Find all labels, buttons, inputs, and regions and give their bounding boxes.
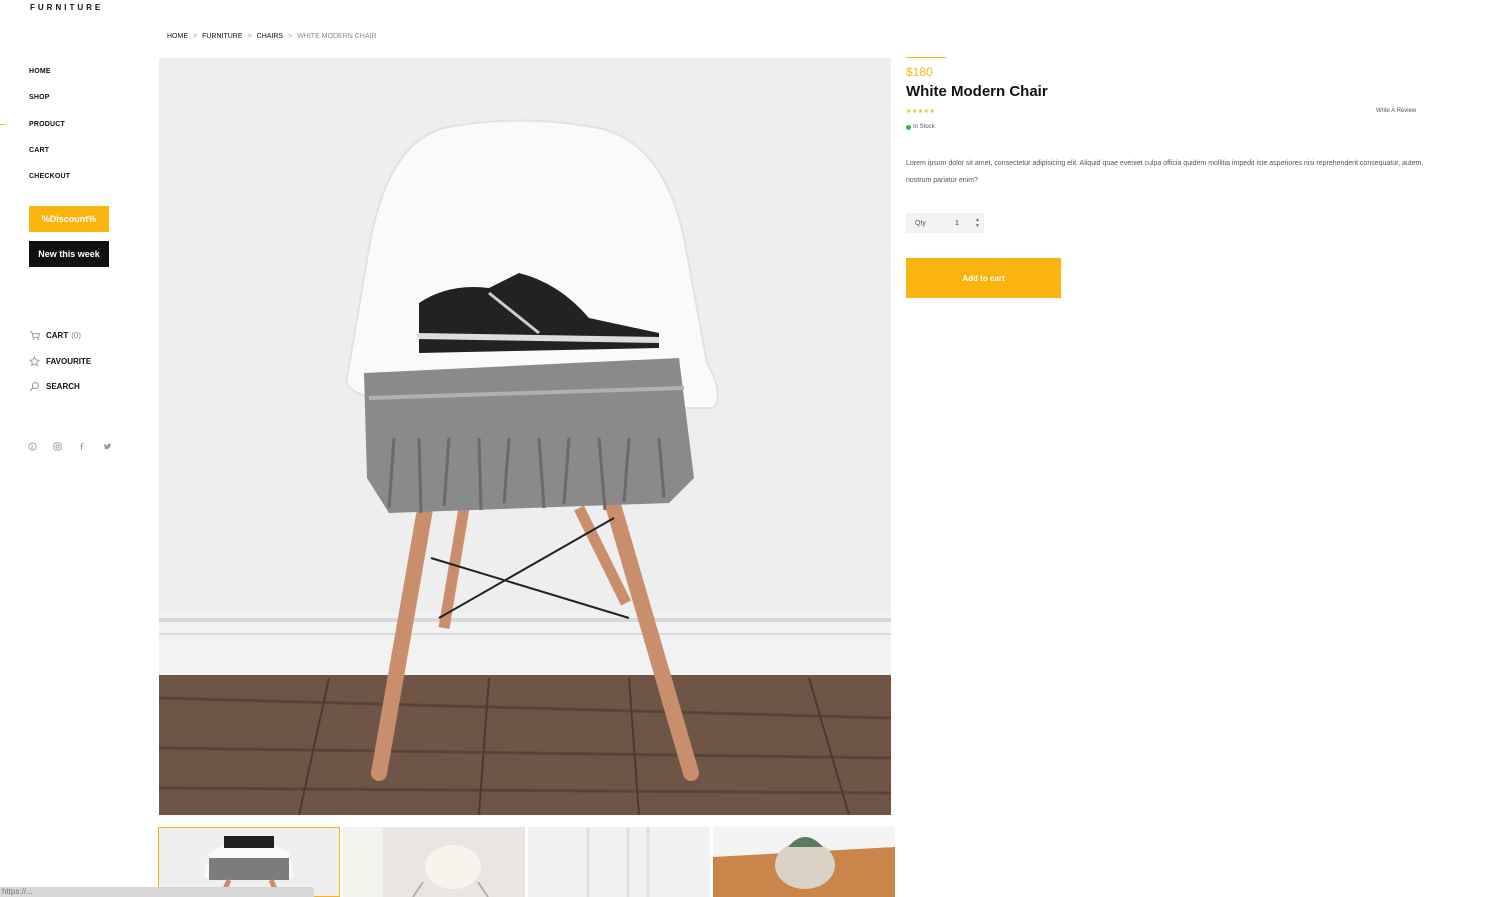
nav-item-shop[interactable]: SHOP [29,94,70,120]
instagram-icon[interactable] [53,442,78,453]
browser-status-bar: https://... [0,887,314,897]
product-description: Lorem ipsum dolor sit amet, consectetur … [906,160,1424,184]
nav-item-home[interactable]: HOME [29,68,70,94]
thumbnail-3[interactable] [528,827,710,897]
pinterest-icon[interactable] [28,442,53,453]
main-nav: HOME SHOP PRODUCT CART CHECKOUT [29,68,70,199]
nav-active-indicator [0,124,5,125]
breadcrumb-chairs[interactable]: CHAIRS [257,33,283,40]
qty-value[interactable]: 1 [955,220,975,227]
star-icon [29,355,40,367]
write-review-link[interactable]: Write A Review [1376,108,1416,114]
social-links [28,442,128,453]
cart-icon [29,331,40,341]
breadcrumb: HOME > FURNITURE > CHAIRS > WHITE MODERN… [167,33,377,40]
nav-item-cart[interactable]: CART [29,147,70,173]
search-label: SEARCH [46,382,80,392]
qty-arrows: ▲ ▼ [975,217,980,229]
add-to-cart-button[interactable]: Add to cart [906,258,1061,298]
breadcrumb-separator: > [288,33,293,40]
cart-count: (0) [71,331,81,341]
product-main-image[interactable] [159,58,891,815]
stock-label: In Stock [913,124,935,130]
site-logo[interactable]: FURNITURE [30,3,103,12]
stock-status: In Stock [906,124,935,130]
breadcrumb-home[interactable]: HOME [167,33,188,40]
search-icon [29,382,39,392]
twitter-icon[interactable] [103,442,128,453]
cart-label: CART [46,331,69,341]
chevron-down-icon[interactable]: ▼ [975,223,980,229]
nav-item-checkout[interactable]: CHECKOUT [29,173,70,199]
product-price: $180 [906,65,933,79]
thumbnail-4[interactable] [713,827,895,897]
breadcrumb-current: WHITE MODERN CHAIR [297,33,377,40]
quantity-stepper[interactable]: Qty 1 ▲ ▼ [906,213,984,233]
qty-label: Qty [915,219,926,227]
discount-button[interactable]: %Discount% [29,206,109,232]
product-title: White Modern Chair [906,83,1048,100]
nav-item-product[interactable]: PRODUCT [29,121,70,147]
breadcrumb-separator: > [247,33,252,40]
sidebar-favourite-link[interactable]: FAVOURITE [29,349,91,375]
breadcrumb-furniture[interactable]: FURNITURE [202,33,242,40]
breadcrumb-separator: > [193,33,198,40]
new-this-week-button[interactable]: New this week [29,241,109,267]
sidebar-search-link[interactable]: SEARCH [29,374,91,400]
facebook-icon[interactable] [78,442,103,453]
sidebar-cart-link[interactable]: CART (0) [29,323,91,349]
rating-stars: ★★★★★ [906,109,936,115]
thumbnail-2[interactable] [343,827,525,897]
favourite-label: FAVOURITE [46,356,92,366]
side-links: CART (0) FAVOURITE SEARCH [29,323,91,400]
in-stock-dot-icon [906,124,911,130]
price-accent-line [906,57,946,58]
chair-photo [159,58,891,815]
